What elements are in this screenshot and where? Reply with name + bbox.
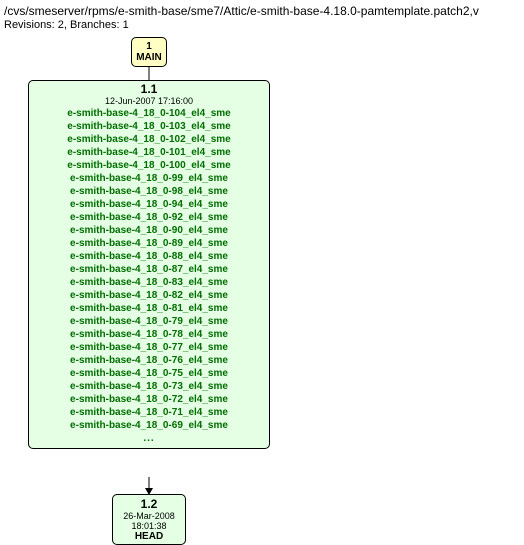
tag: e-smith-base-4_18_0-90_el4_sme [33, 224, 265, 237]
tag: e-smith-base-4_18_0-88_el4_sme [33, 250, 265, 263]
tag: e-smith-base-4_18_0-78_el4_sme [33, 328, 265, 341]
tag: e-smith-base-4_18_0-72_el4_sme [33, 393, 265, 406]
tag: e-smith-base-4_18_0-73_el4_sme [33, 380, 265, 393]
tag: e-smith-base-4_18_0-69_el4_sme [33, 419, 265, 432]
revision-node-1-1[interactable]: 1.1 12-Jun-2007 17:16:00 e-smith-base-4_… [28, 80, 270, 449]
tag: e-smith-base-4_18_0-104_el4_sme [33, 107, 265, 120]
tag: e-smith-base-4_18_0-99_el4_sme [33, 172, 265, 185]
tag: e-smith-base-4_18_0-103_el4_sme [33, 120, 265, 133]
branch-label: MAIN [132, 52, 166, 63]
revision-number: 1.1 [33, 82, 265, 96]
tag: e-smith-base-4_18_0-94_el4_sme [33, 198, 265, 211]
tag: e-smith-base-4_18_0-92_el4_sme [33, 211, 265, 224]
tag: e-smith-base-4_18_0-89_el4_sme [33, 237, 265, 250]
tags-ellipsis: ... [33, 432, 265, 445]
branch-node-main[interactable]: 1 MAIN [131, 37, 167, 67]
file-path: /cvs/smeserver/rpms/e-smith-base/sme7/At… [4, 4, 520, 18]
tag: e-smith-base-4_18_0-71_el4_sme [33, 406, 265, 419]
tag: e-smith-base-4_18_0-98_el4_sme [33, 185, 265, 198]
tag: e-smith-base-4_18_0-77_el4_sme [33, 341, 265, 354]
tag: e-smith-base-4_18_0-83_el4_sme [33, 276, 265, 289]
tag: e-smith-base-4_18_0-76_el4_sme [33, 354, 265, 367]
tag: e-smith-base-4_18_0-102_el4_sme [33, 133, 265, 146]
tag: e-smith-base-4_18_0-75_el4_sme [33, 367, 265, 380]
tag: e-smith-base-4_18_0-81_el4_sme [33, 302, 265, 315]
revision-summary: Revisions: 2, Branches: 1 [4, 19, 520, 31]
revision-number: 1.2 [117, 497, 181, 511]
connector-arrow [144, 477, 154, 495]
tag-list: e-smith-base-4_18_0-104_el4_sme e-smith-… [33, 107, 265, 445]
tag: e-smith-base-4_18_0-79_el4_sme [33, 315, 265, 328]
revision-graph: 1 MAIN 1.1 12-Jun-2007 17:16:00 e-smith-… [4, 37, 520, 532]
connector-line [148, 66, 150, 81]
tag: e-smith-base-4_18_0-100_el4_sme [33, 159, 265, 172]
tag: e-smith-base-4_18_0-101_el4_sme [33, 146, 265, 159]
revision-date: 12-Jun-2007 17:16:00 [33, 96, 265, 106]
tag: e-smith-base-4_18_0-82_el4_sme [33, 289, 265, 302]
branch-number: 1 [132, 41, 166, 52]
revision-date: 26-Mar-2008 18:01:38 [117, 511, 181, 531]
revision-label-head: HEAD [117, 531, 181, 542]
tag: e-smith-base-4_18_0-87_el4_sme [33, 263, 265, 276]
revision-node-1-2[interactable]: 1.2 26-Mar-2008 18:01:38 HEAD [112, 494, 186, 545]
